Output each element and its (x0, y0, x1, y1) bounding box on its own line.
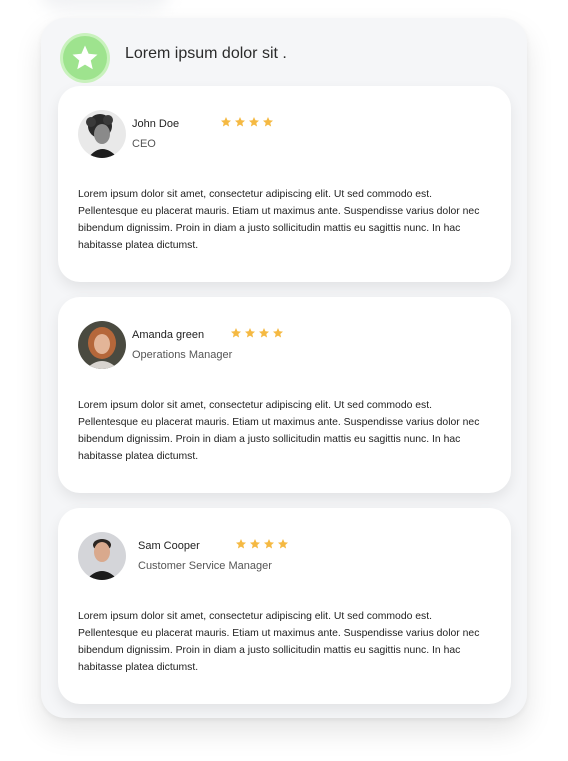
panel-header: Lorem ipsum dolor sit . (41, 18, 527, 86)
reviewer-role: CEO (132, 138, 156, 150)
star-icon (231, 328, 241, 338)
star-icon (221, 117, 231, 127)
reviewer-name: John Doe (132, 118, 180, 130)
star-icon (264, 539, 274, 549)
star-icon (259, 328, 269, 338)
star-icon (263, 117, 273, 127)
review-text: Lorem ipsum dolor sit amet, consectetur … (78, 189, 480, 251)
star-rating (235, 538, 289, 550)
star-icon (235, 117, 245, 127)
testimonials-panel: Lorem ipsum dolor sit . John Doe CEO Lor… (41, 18, 527, 718)
testimonial-card: John Doe CEO Lorem ipsum dolor sit amet,… (58, 86, 511, 282)
star-rating (220, 116, 274, 128)
background-shape (40, 0, 170, 10)
star-icon (236, 539, 246, 549)
review-text: Lorem ipsum dolor sit amet, consectetur … (78, 400, 480, 462)
avatar (78, 110, 126, 158)
star-icon (249, 117, 259, 127)
testimonial-card: Amanda green Operations Manager Lorem ip… (58, 297, 511, 493)
star-rating (230, 327, 284, 339)
reviewer-role: Customer Service Manager (138, 560, 272, 572)
star-icon (250, 539, 260, 549)
testimonial-card: Sam Cooper Customer Service Manager Lore… (58, 508, 511, 704)
star-icon (273, 328, 283, 338)
star-badge (63, 36, 107, 80)
reviewer-name: Amanda green (132, 329, 205, 341)
star-icon (245, 328, 255, 338)
avatar (78, 532, 126, 580)
avatar (78, 321, 126, 369)
panel-title: Lorem ipsum dolor sit . (125, 45, 287, 62)
star-icon (278, 539, 288, 549)
star-icon (72, 45, 98, 70)
reviewer-role: Operations Manager (132, 349, 233, 361)
reviewer-name: Sam Cooper (138, 540, 200, 552)
review-text: Lorem ipsum dolor sit amet, consectetur … (78, 611, 480, 673)
